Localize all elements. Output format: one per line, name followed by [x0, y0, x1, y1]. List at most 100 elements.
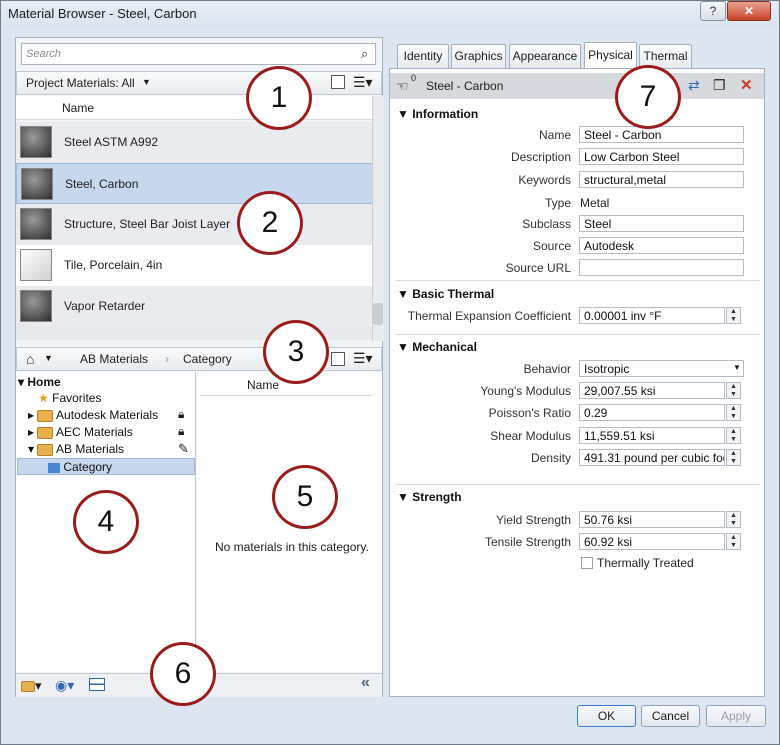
breadcrumb-item[interactable]: Category [183, 352, 232, 366]
thermally-treated-label: Thermally Treated [597, 556, 694, 570]
tab-graphics[interactable]: Graphics [451, 44, 506, 68]
property-field[interactable]: Steel [579, 215, 744, 232]
apply-button[interactable]: Apply [706, 705, 766, 727]
property-field[interactable]: 50.76 ksi [579, 511, 725, 528]
spinner-arrows[interactable]: ▲ ▼ [726, 382, 741, 399]
chevron-down-icon[interactable]: ▼ [44, 353, 53, 363]
home-icon[interactable]: ⌂ [26, 351, 34, 367]
section-header-mechanical[interactable]: ▼ Mechanical [397, 340, 477, 354]
ok-button[interactable]: OK [577, 705, 636, 727]
tree-item-favorites[interactable]: ★ Favorites [38, 391, 101, 405]
tree-item-autodesk-materials[interactable]: ▸ Autodesk Materials [28, 408, 158, 422]
search-placeholder: Search [26, 48, 61, 60]
lock-icon: 🔒︎ [178, 407, 185, 421]
section-divider [396, 484, 760, 485]
section-title: Information [412, 107, 479, 121]
hand-icon: ☜ [396, 78, 409, 94]
property-field[interactable]: 491.31 pound per cubic foot [579, 449, 725, 466]
property-field[interactable]: Autodesk [579, 237, 744, 254]
callout-4: 4 [73, 490, 139, 554]
property-field[interactable]: 11,559.51 ksi [579, 427, 725, 444]
asset-name: Steel - Carbon [426, 79, 504, 93]
list-item[interactable]: Tile, Porcelain, 4in [16, 245, 373, 286]
section-divider [396, 280, 760, 281]
callout-1: 1 [246, 66, 312, 130]
tree-item-label: Favorites [52, 391, 102, 405]
material-thumbnail [20, 290, 52, 322]
spinner-arrows[interactable]: ▲ ▼ [726, 449, 741, 466]
create-material-icon[interactable]: ◉▾ [55, 677, 74, 694]
spinner-arrows[interactable]: ▲ ▼ [726, 427, 741, 444]
property-field[interactable]: Steel - Carbon [579, 126, 744, 143]
asset-browser-icon[interactable] [89, 678, 105, 691]
help-button[interactable]: ? [700, 1, 726, 21]
spinner-arrows[interactable]: ▲ ▼ [726, 404, 741, 421]
close-button[interactable]: ✕ [727, 1, 771, 21]
material-thumbnail [21, 168, 53, 200]
list-item-label: Vapor Retarder [64, 299, 146, 313]
list-item[interactable]: Structure, Steel Bar Joist Layer [16, 204, 373, 245]
star-icon: ★ [38, 391, 49, 405]
spinner-arrows[interactable]: ▲ ▼ [726, 307, 741, 324]
list-item[interactable]: Steel, Carbon [16, 163, 373, 204]
library-filter[interactable]: Project Materials: All [26, 76, 135, 90]
search-input[interactable]: Search [21, 43, 376, 65]
thermally-treated-checkbox[interactable] [581, 557, 593, 569]
window-title: Material Browser - Steel, Carbon [8, 6, 197, 21]
tree-home[interactable]: ▾ Home [18, 375, 61, 389]
tree-item-category[interactable]: Category [48, 460, 112, 474]
spinner-arrows[interactable]: ▲ ▼ [726, 533, 741, 550]
view-toggle-icon[interactable] [331, 75, 345, 89]
lock-icon: 🔒︎ [178, 424, 185, 438]
property-field[interactable]: 29,007.55 ksi [579, 382, 725, 399]
section-header-information[interactable]: ▼ Information [397, 107, 478, 121]
cancel-button[interactable]: Cancel [641, 705, 700, 727]
property-label: Source URL [505, 261, 571, 275]
callout-7: 7 [615, 65, 681, 129]
property-label: Shear Modulus [490, 429, 571, 443]
collapse-icon[interactable]: « [361, 674, 370, 692]
tab-identity[interactable]: Identity [397, 44, 449, 68]
property-label: Yield Strength [496, 513, 571, 527]
callout-2: 2 [237, 191, 303, 255]
property-field[interactable]: 60.92 ksi [579, 533, 725, 550]
property-label: Name [538, 128, 571, 142]
duplicate-asset-icon[interactable]: ❐ [713, 77, 726, 94]
material-thumbnail [20, 249, 52, 281]
tree-item-aec-materials[interactable]: ▸ AEC Materials [28, 425, 133, 439]
section-title: Strength [412, 490, 462, 504]
property-field[interactable]: 0.29 [579, 404, 725, 421]
list-item[interactable]: Vapor Retarder [16, 286, 373, 327]
list-view-icon[interactable]: ☰▾ [353, 350, 373, 367]
search-icon[interactable]: ⌕ [361, 46, 368, 62]
property-field[interactable]: structural,metal [579, 171, 744, 188]
property-field[interactable]: Isotropic [579, 360, 744, 377]
section-header-strength[interactable]: ▼ Strength [397, 490, 462, 504]
pencil-icon[interactable]: ✎ [178, 441, 189, 457]
chevron-down-icon[interactable]: ▼ [733, 363, 741, 372]
tree-item-label: Autodesk Materials [56, 408, 159, 422]
property-field[interactable]: Low Carbon Steel [579, 148, 744, 165]
section-header-basic_thermal[interactable]: ▼ Basic Thermal [397, 287, 494, 301]
list-column-name[interactable]: Name [62, 101, 94, 115]
list-item[interactable]: Steel ASTM A992 [16, 122, 373, 163]
list-view-icon[interactable]: ☰▾ [353, 74, 373, 91]
remove-asset-icon[interactable]: ✕ [740, 76, 753, 94]
property-label: Source [532, 239, 571, 253]
spinner-arrows[interactable]: ▲ ▼ [726, 511, 741, 528]
folder-icon [37, 426, 54, 439]
property-field[interactable] [579, 259, 744, 276]
empty-message: No materials in this category. [215, 540, 369, 554]
tab-physical[interactable]: Physical [584, 42, 637, 68]
property-field[interactable]: 0.00001 inv °F [579, 307, 725, 324]
material-thumbnail [20, 208, 52, 240]
tab-appearance[interactable]: Appearance [509, 44, 581, 68]
chevron-down-icon[interactable]: ▼ [142, 77, 151, 87]
replace-asset-icon[interactable]: ⇄ [688, 77, 700, 94]
tree-item-ab-materials[interactable]: ▾ AB Materials [28, 442, 124, 456]
breadcrumb-item[interactable]: AB Materials [80, 352, 148, 366]
list-item-label: Tile, Porcelain, 4in [64, 258, 163, 272]
lower-list-column-name[interactable]: Name [247, 378, 279, 392]
library-menu-icon[interactable]: ▾ [21, 678, 42, 694]
view-toggle-icon[interactable] [331, 352, 345, 366]
